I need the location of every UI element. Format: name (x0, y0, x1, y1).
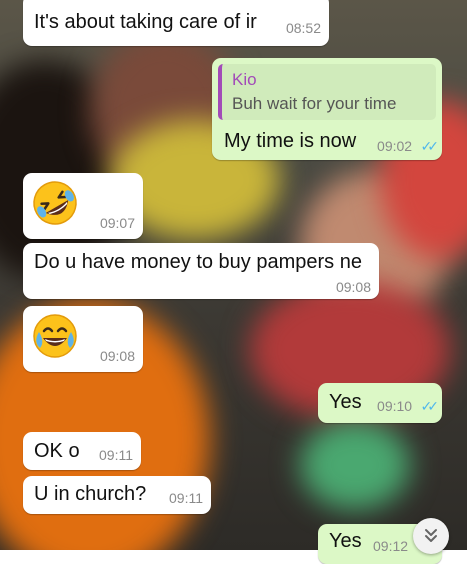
message-bubble-incoming[interactable]: It's about taking care of ir 08:52 (23, 0, 329, 46)
message-meta: 09:02 ✓✓ (377, 138, 440, 156)
message-bubble-incoming[interactable]: OK o 09:11 (23, 432, 141, 470)
message-text: It's about taking care of ir (34, 11, 257, 33)
quoted-text: Buh wait for your time (232, 94, 397, 113)
message-time: 08:52 (285, 20, 321, 36)
message-bubble-incoming[interactable]: 09:08 (23, 306, 143, 372)
message-time: 09:11 (99, 447, 133, 463)
message-time: 09:08 (99, 348, 135, 364)
message-time: 09:08 (335, 279, 371, 295)
message-text: OK o (34, 440, 80, 462)
message-time: 09:10 (377, 398, 413, 414)
message-bubble-incoming[interactable]: Do u have money to buy pampers ne 09:08 (23, 243, 379, 299)
scroll-to-bottom-button[interactable] (413, 518, 449, 554)
chevron-double-down-icon (425, 529, 437, 542)
message-meta: 09:10 ✓✓ (377, 398, 440, 416)
message-text: U in church? (34, 483, 147, 505)
message-time: 09:07 (99, 215, 135, 231)
rolling-on-floor-laughing-emoji (33, 181, 77, 225)
message-bubble-outgoing[interactable]: Kio Buh wait for your time My time is no… (212, 58, 442, 160)
face-with-tears-of-joy-emoji (33, 314, 77, 358)
message-time: 09:02 (377, 138, 413, 154)
message-time: 09:11 (169, 490, 203, 506)
message-time: 09:12 (373, 538, 409, 554)
quoted-reply[interactable]: Kio Buh wait for your time (218, 64, 436, 120)
message-bubble-incoming[interactable]: 09:07 (23, 173, 143, 239)
message-text: My time is now (224, 130, 357, 152)
message-text: Do u have money to buy pampers ne (34, 251, 362, 273)
quoted-author: Kio (232, 70, 257, 89)
message-bubble-incoming[interactable]: U in church? 09:11 (23, 476, 211, 514)
message-text: Yes (329, 391, 362, 413)
double-check-icon: ✓✓ (420, 138, 440, 154)
double-check-icon: ✓✓ (420, 398, 440, 414)
message-bubble-outgoing[interactable]: Yes 09:10 ✓✓ (318, 383, 442, 423)
